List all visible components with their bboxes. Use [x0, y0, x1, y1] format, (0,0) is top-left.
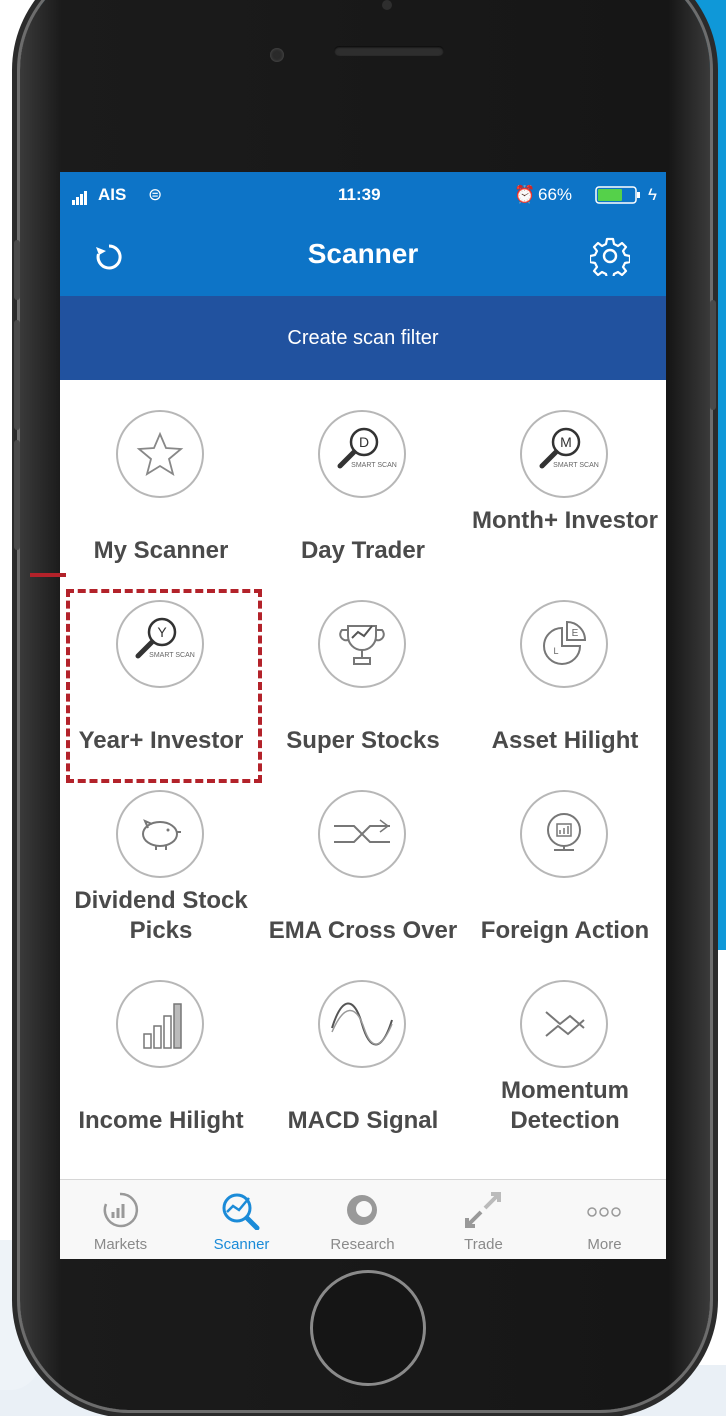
- scanner-label: MACD Signal: [287, 1107, 439, 1134]
- year-investor-highlight: [66, 589, 262, 783]
- side-button: [14, 240, 20, 300]
- tab-scanner[interactable]: Scanner: [181, 1180, 302, 1259]
- scanner-label: Super Stocks: [286, 727, 440, 754]
- nav-bar: Scanner: [60, 216, 666, 296]
- sensor-dot: [382, 0, 392, 10]
- tab-bar: Markets Scanner Research Trade More: [60, 1179, 666, 1259]
- piggy-bank-icon: [116, 790, 204, 878]
- pie-chart-icon: E L: [520, 600, 608, 688]
- scanner-foreign-action[interactable]: Foreign Action: [464, 760, 666, 950]
- svg-text:SMART SCAN: SMART SCAN: [553, 462, 599, 469]
- scanner-label: Month+ Investor: [471, 507, 658, 534]
- alarm-icon: ⏰: [514, 185, 536, 204]
- scanner-label: EMA Cross Over: [268, 917, 458, 944]
- scanner-label: Momentum Detection: [501, 1077, 629, 1134]
- bar-growth-icon: [116, 980, 204, 1068]
- tab-label: Markets: [93, 1236, 148, 1253]
- tab-label: Trade: [464, 1236, 503, 1253]
- research-icon: [347, 1195, 377, 1225]
- battery-percent: 66%: [538, 185, 573, 204]
- more-icon: [587, 1207, 621, 1217]
- carrier-name: AIS: [98, 185, 127, 204]
- scanner-momentum-detection[interactable]: Momentum Detection: [464, 950, 666, 1140]
- svg-text:L: L: [553, 646, 558, 656]
- scanner-month-investor[interactable]: M SMART SCAN Month+ Investor: [464, 380, 666, 570]
- charging-icon: ϟ: [648, 185, 657, 204]
- scanner-label: Asset Hilight: [491, 727, 639, 754]
- scanner-asset-hilight[interactable]: E L Asset Hilight: [464, 570, 666, 760]
- wifi-icon: ⊜: [148, 185, 163, 204]
- scanner-my-scanner[interactable]: My Scanner: [60, 380, 262, 570]
- scanner-label: Foreign Action: [480, 917, 650, 944]
- battery-icon: [595, 186, 643, 209]
- scanner-day-trader[interactable]: D SMART SCAN Day Trader: [262, 380, 464, 570]
- create-scan-filter-button[interactable]: Create scan filter: [60, 296, 666, 380]
- scanner-dividend-stock-picks[interactable]: Dividend Stock Picks: [60, 760, 262, 950]
- tab-trade[interactable]: Trade: [423, 1180, 544, 1259]
- svg-text:M: M: [560, 434, 572, 450]
- scanner-label: My Scanner: [93, 537, 229, 564]
- cross-over-icon: [318, 790, 406, 878]
- globe-chart-icon: [520, 790, 608, 878]
- home-button[interactable]: [310, 1270, 426, 1386]
- front-camera: [270, 48, 284, 62]
- page-title: Scanner: [307, 238, 419, 269]
- scanner-icon: [222, 1193, 260, 1230]
- tab-label: Research: [330, 1236, 395, 1253]
- scanner-label: Income Hilight: [78, 1107, 244, 1134]
- tab-research[interactable]: Research: [302, 1180, 423, 1259]
- power-button: [710, 300, 716, 410]
- smart-scan-d-icon: D SMART SCAN: [318, 410, 406, 498]
- scanner-macd-signal[interactable]: MACD Signal: [262, 950, 464, 1140]
- markets-icon: [103, 1192, 139, 1228]
- wave-icon: [318, 980, 406, 1068]
- signal-icon: [72, 185, 88, 205]
- svg-text:E: E: [572, 628, 579, 639]
- scanner-label: Dividend Stock Picks: [74, 887, 248, 944]
- status-bar: AIS ⊜ 11:39 ⏰ 66% ϟ: [60, 172, 666, 216]
- tab-label: More: [587, 1236, 622, 1253]
- volume-down-button: [14, 440, 20, 550]
- annotation-pointer: [30, 573, 66, 577]
- scanner-label: Day Trader: [300, 537, 426, 564]
- gear-icon[interactable]: [590, 236, 630, 276]
- star-icon: [116, 410, 204, 498]
- trophy-icon: [318, 600, 406, 688]
- tab-markets[interactable]: Markets: [60, 1180, 181, 1259]
- svg-text:SMART SCAN: SMART SCAN: [351, 462, 397, 469]
- tab-label: Scanner: [213, 1236, 270, 1253]
- scanner-super-stocks[interactable]: Super Stocks: [262, 570, 464, 760]
- momentum-icon: [520, 980, 608, 1068]
- svg-text:D: D: [359, 434, 369, 450]
- trade-icon: [465, 1192, 501, 1228]
- clock: 11:39: [338, 185, 381, 204]
- scanner-ema-cross-over[interactable]: EMA Cross Over: [262, 760, 464, 950]
- earpiece-speaker: [334, 46, 444, 56]
- volume-up-button: [14, 320, 20, 430]
- scanner-income-hilight[interactable]: Income Hilight: [60, 950, 262, 1140]
- smart-scan-m-icon: M SMART SCAN: [520, 410, 608, 498]
- tab-more[interactable]: More: [544, 1180, 665, 1259]
